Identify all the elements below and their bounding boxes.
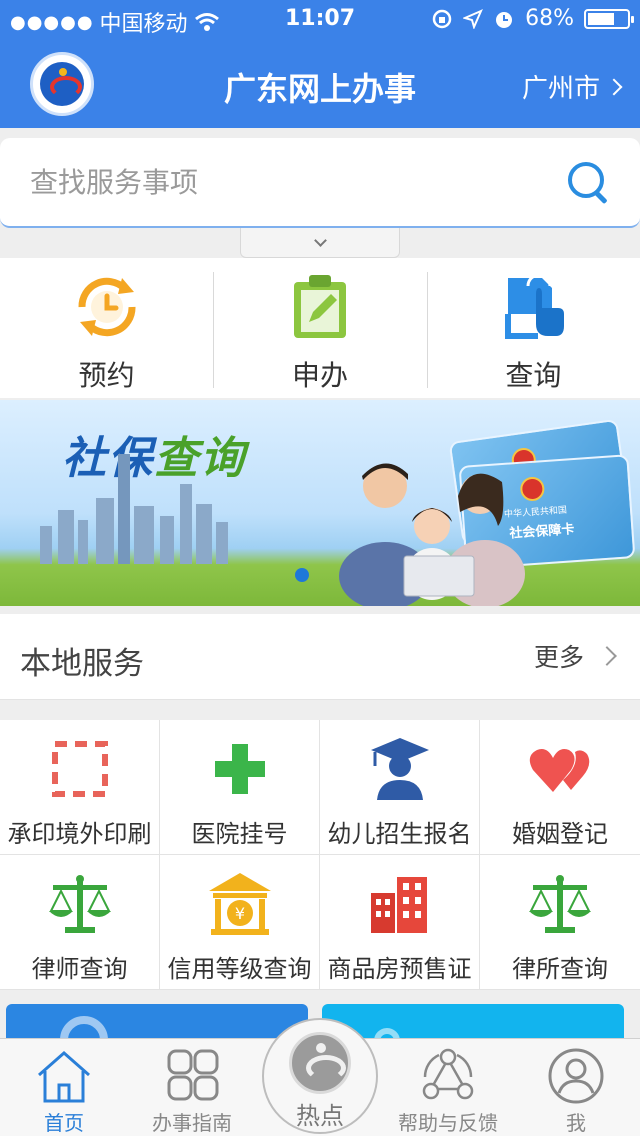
banner-title: 社保查询	[62, 433, 246, 484]
share-nodes-icon	[422, 1048, 474, 1100]
graduate-icon	[370, 738, 429, 800]
expand-toggle[interactable]	[240, 228, 400, 258]
scales-icon	[48, 875, 111, 933]
service-label: 承印境外印刷	[7, 820, 152, 848]
buildings-icon	[370, 877, 427, 933]
home-icon	[38, 1051, 90, 1103]
tab-label: 帮助与反馈	[398, 1111, 498, 1135]
dashed-frame-icon	[51, 741, 108, 797]
chevron-right-icon	[605, 78, 623, 95]
service-hospital-registration[interactable]: 医院挂号	[160, 720, 320, 855]
tab-home[interactable]: 首页	[0, 1039, 128, 1136]
service-credit-rating[interactable]: ¥ 信用等级查询	[160, 855, 320, 990]
medical-cross-icon	[214, 744, 265, 794]
tab-label: 我	[566, 1111, 586, 1135]
chevron-right-icon	[597, 646, 617, 666]
clock-icon	[78, 277, 136, 337]
clipboard-edit-icon	[293, 275, 346, 338]
service-label: 婚姻登记	[512, 820, 608, 848]
search-icon[interactable]	[566, 160, 610, 204]
service-marriage-registration[interactable]: 婚姻登记	[480, 720, 640, 855]
tab-hot[interactable]: 热点	[262, 1018, 378, 1134]
tab-label: 热点	[296, 1102, 344, 1130]
service-presale-certificate[interactable]: 商品房预售证	[320, 855, 480, 990]
hot-logo-icon	[289, 1032, 351, 1094]
city-label: 广州市	[521, 74, 600, 104]
alarm-icon	[496, 11, 513, 28]
carousel-indicator[interactable]	[295, 568, 309, 582]
quick-action-appointment[interactable]: 预约	[0, 258, 213, 398]
service-lawyer-query[interactable]: 律师查询	[0, 855, 160, 990]
section-title: 本地服务	[20, 646, 144, 682]
status-bar: ●●●●● 中国移动 11:07 68%	[0, 0, 640, 40]
scales-icon	[529, 875, 591, 933]
quick-action-label: 预约	[78, 359, 135, 392]
city-skyline-image	[40, 526, 52, 564]
service-overseas-printing[interactable]: 承印境外印刷	[0, 720, 160, 855]
quick-action-label: 申办	[291, 359, 348, 392]
promo-banner[interactable]: 社保查询 社会保障卡 中华人民共和国	[0, 400, 640, 606]
tab-me[interactable]: 我	[512, 1039, 640, 1136]
service-label: 商品房预售证	[327, 955, 472, 983]
rotation-lock-icon	[432, 9, 452, 28]
quick-actions: 预约 申办 查询	[0, 258, 640, 398]
tab-label: 办事指南	[152, 1111, 232, 1135]
service-lawfirm-query[interactable]: 律所查询	[480, 855, 640, 990]
quick-action-label: 查询	[505, 359, 562, 392]
quick-action-query[interactable]: 查询	[426, 258, 640, 398]
search-input[interactable]	[30, 165, 566, 199]
user-icon	[548, 1048, 604, 1104]
search-bar	[0, 138, 640, 228]
battery-fill	[588, 12, 614, 25]
tab-label: 首页	[44, 1111, 84, 1135]
nav-bar: 广东网上办事 广州市	[0, 40, 640, 128]
chevron-down-icon	[313, 234, 327, 247]
tab-guide[interactable]: 办事指南	[128, 1039, 256, 1136]
local-services-header: 本地服务 更多	[0, 614, 640, 700]
service-label: 幼儿招生报名	[327, 820, 472, 848]
tab-help-feedback[interactable]: 帮助与反馈	[384, 1039, 512, 1136]
tap-document-icon	[505, 273, 565, 339]
service-label: 医院挂号	[191, 820, 288, 848]
service-label: 律所查询	[512, 955, 608, 983]
grid-icon	[167, 1049, 219, 1101]
family-photo-image	[339, 463, 525, 606]
quick-action-apply[interactable]: 申办	[213, 258, 426, 398]
battery-percent: 68%	[525, 6, 574, 31]
bank-yen-icon: ¥	[208, 873, 271, 935]
service-kindergarten-enrollment[interactable]: 幼儿招生报名	[320, 720, 480, 855]
more-label: 更多	[533, 643, 584, 672]
services-grid: 承印境外印刷 医院挂号 幼儿招生报名 婚姻登记 律师查询 ¥ 信用等级查询 商品…	[0, 720, 640, 990]
hearts-icon	[529, 749, 590, 792]
status-right: 68%	[431, 6, 634, 31]
svg-text:¥: ¥	[234, 904, 244, 923]
location-arrow-icon	[463, 8, 484, 29]
more-link[interactable]: 更多	[533, 638, 617, 674]
service-label: 律师查询	[31, 955, 128, 983]
service-label: 信用等级查询	[167, 955, 312, 983]
battery-icon	[584, 8, 634, 29]
city-selector[interactable]: 广州市	[521, 68, 623, 105]
